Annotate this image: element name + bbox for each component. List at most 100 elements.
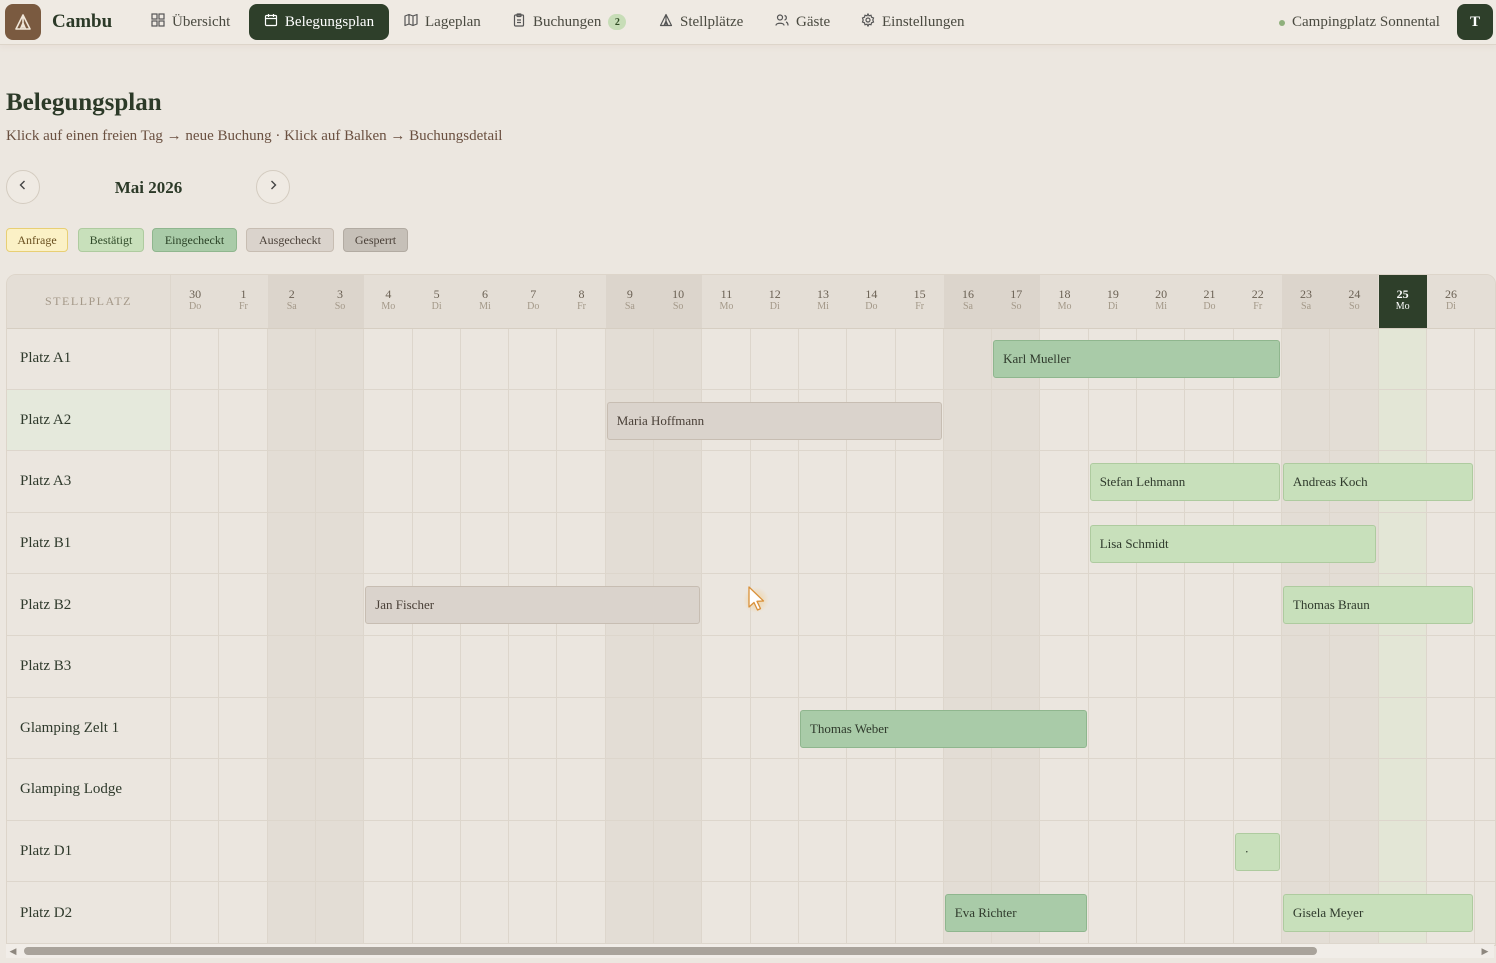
day-cell[interactable] [316,513,364,575]
day-cell[interactable] [606,821,654,883]
day-cell[interactable] [1234,390,1282,452]
day-cell[interactable] [509,698,557,760]
day-cell[interactable] [654,636,702,698]
day-cell[interactable] [268,328,316,390]
day-cell[interactable] [992,390,1040,452]
day-cell[interactable] [316,451,364,513]
scroll-right-arrow-icon[interactable]: ▶ [1480,946,1490,956]
day-cell[interactable] [751,821,799,883]
day-cell[interactable] [171,698,219,760]
day-cell[interactable] [1234,759,1282,821]
day-cell[interactable] [461,821,509,883]
day-cell[interactable] [1089,882,1137,944]
day-cell[interactable] [799,882,847,944]
day-cell[interactable] [171,821,219,883]
day-cell[interactable] [557,821,605,883]
day-cell[interactable] [992,451,1040,513]
day-cell[interactable] [896,882,944,944]
day-cell[interactable] [364,513,412,575]
day-cell[interactable] [1185,698,1233,760]
day-cell[interactable] [944,513,992,575]
booking-bar[interactable]: Eva Richter [944,894,1087,933]
day-cell[interactable] [847,451,895,513]
day-cell[interactable] [1379,821,1427,883]
day-cell[interactable] [1234,636,1282,698]
day-cell[interactable] [606,636,654,698]
pitch-name[interactable]: Platz B2 [7,574,171,636]
day-cell[interactable] [268,451,316,513]
day-cell[interactable] [509,759,557,821]
day-cell[interactable] [1185,821,1233,883]
booking-bar[interactable]: Jan Fischer [365,586,701,625]
day-cell[interactable] [1282,328,1330,390]
day-cell[interactable] [1040,821,1088,883]
day-cell[interactable] [847,759,895,821]
day-cell[interactable] [461,390,509,452]
day-cell[interactable] [1185,636,1233,698]
day-cell[interactable] [413,390,461,452]
day-cell[interactable] [944,636,992,698]
day-cell[interactable] [1040,759,1088,821]
day-cell[interactable] [1379,636,1427,698]
day-cell[interactable] [1089,759,1137,821]
day-cell[interactable] [461,882,509,944]
day-cell[interactable] [799,759,847,821]
day-cell[interactable] [896,759,944,821]
day-cell[interactable] [751,698,799,760]
pitch-name[interactable]: Platz D1 [7,820,171,883]
pitch-name[interactable]: Glamping Lodge [7,759,171,821]
day-cell[interactable] [1089,636,1137,698]
day-cell[interactable] [1330,328,1378,390]
day-cell[interactable] [219,882,267,944]
day-cell[interactable] [896,574,944,636]
day-cell[interactable] [606,328,654,390]
day-cell[interactable] [509,513,557,575]
day-cell[interactable] [364,882,412,944]
day-cell[interactable] [847,882,895,944]
day-cell[interactable] [316,698,364,760]
nav-lageplan[interactable]: Lageplan [394,4,491,40]
day-cell[interactable] [847,821,895,883]
day-cell[interactable] [896,513,944,575]
pitch-name[interactable]: Glamping Zelt 1 [7,697,171,760]
day-cell[interactable] [992,513,1040,575]
day-cell[interactable] [606,451,654,513]
day-cell[interactable] [557,390,605,452]
nav-gaeste[interactable]: Gäste [765,4,840,40]
day-cell[interactable] [654,698,702,760]
pitch-name[interactable]: Platz B1 [7,512,171,575]
day-cell[interactable] [413,821,461,883]
day-cell[interactable] [896,821,944,883]
day-cell[interactable] [557,698,605,760]
day-cell[interactable] [461,451,509,513]
day-cell[interactable] [268,390,316,452]
day-cell[interactable] [316,759,364,821]
day-cell[interactable] [654,513,702,575]
day-cell[interactable] [751,636,799,698]
day-cell[interactable] [268,821,316,883]
nav-belegungsplan[interactable]: Belegungsplan [249,4,389,40]
day-cell[interactable] [1040,451,1088,513]
day-cell[interactable] [268,636,316,698]
brand-name[interactable]: Cambu [52,11,112,33]
day-cell[interactable] [944,451,992,513]
day-cell[interactable] [316,574,364,636]
day-cell[interactable] [1185,882,1233,944]
tent-logo-icon[interactable] [5,4,41,40]
day-cell[interactable] [606,513,654,575]
day-cell[interactable] [316,328,364,390]
day-cell[interactable] [702,513,750,575]
day-cell[interactable] [171,759,219,821]
day-cell[interactable] [1137,636,1185,698]
day-cell[interactable] [751,882,799,944]
day-cell[interactable] [1234,882,1282,944]
day-cell[interactable] [461,328,509,390]
day-cell[interactable] [1185,759,1233,821]
day-cell[interactable] [509,390,557,452]
day-cell[interactable] [557,451,605,513]
day-cell[interactable] [1137,574,1185,636]
day-cell[interactable] [1137,698,1185,760]
previous-month-button[interactable] [6,170,40,204]
day-cell[interactable] [1040,636,1088,698]
day-cell[interactable] [316,636,364,698]
